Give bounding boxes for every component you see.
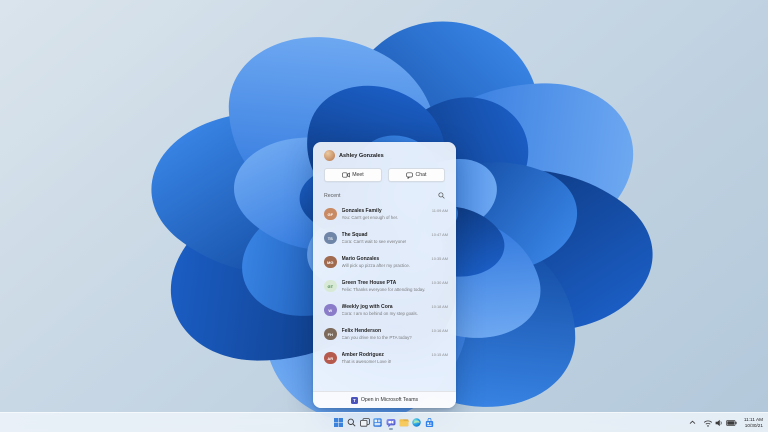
file-explorer-button[interactable] (397, 415, 410, 430)
conversation-content: Mario Gonzales 10:35 AM Will pick up piz… (342, 256, 449, 268)
avatar-initials: FH (327, 331, 333, 337)
conversation-time: 10:18 AM (431, 304, 448, 309)
desktop: Ashley Gonzales Meet Chat Recent GF Gonz… (0, 0, 768, 432)
chat-button[interactable]: Chat (387, 168, 445, 182)
conversation-name: Felix Henderson (341, 328, 382, 334)
store-button[interactable] (423, 415, 436, 430)
avatar-initials: MG (327, 259, 334, 265)
conversation-name: Weekly jog with Cora (341, 304, 393, 310)
search-taskbar-button[interactable] (345, 415, 358, 430)
chat-flyout-panel: Ashley Gonzales Meet Chat Recent GF Gonz… (313, 142, 456, 408)
wifi-icon (703, 420, 712, 427)
recent-label: Recent (324, 192, 341, 199)
conversation-preview: Felix: Thanks everyone for attending tod… (341, 287, 426, 292)
avatar-initials: W (328, 307, 333, 313)
conversation-time: 10:47 AM (431, 232, 448, 237)
microsoft-store-icon (425, 417, 434, 427)
windows-start-icon (334, 418, 343, 427)
conversation-name: Mario Gonzales (341, 256, 380, 262)
widgets-button[interactable] (371, 415, 384, 430)
conversation-avatar: GF (324, 207, 337, 221)
chevron-up-icon (689, 420, 696, 424)
meet-button[interactable]: Meet (324, 168, 382, 182)
open-in-teams-label: Open in Microsoft Teams (360, 397, 419, 403)
edge-button[interactable] (410, 415, 423, 430)
battery-icon (726, 419, 737, 426)
conversation-name: Amber Rodriguez (341, 352, 384, 358)
video-camera-icon (341, 172, 350, 178)
conversation-avatar: MG (324, 255, 337, 269)
conversation-avatar: TS (324, 231, 337, 245)
conversation-content: Gonzales Family 11:09 AM You: Can't get … (342, 208, 449, 220)
conversation-preview: That is awesome! Love it! (341, 359, 392, 364)
conversation-avatar: GT (324, 279, 337, 293)
avatar-initials: TS (327, 235, 333, 241)
chat-bubble-icon (406, 171, 413, 179)
tray-time: 11:11 AM (743, 416, 763, 422)
taskbar: 11:11 AM 10/30/21 (0, 412, 768, 432)
conversation-row[interactable]: GF Gonzales Family 11:09 AM You: Can't g… (313, 202, 456, 226)
conversation-time: 10:16 AM (431, 328, 448, 333)
recent-header-row: Recent (313, 190, 456, 202)
chat-panel-header: Ashley Gonzales (313, 142, 456, 166)
conversation-time: 11:09 AM (431, 208, 448, 213)
avatar-initials: GF (327, 211, 334, 217)
conversation-time: 10:30 AM (431, 280, 448, 285)
conversation-preview: You: Can't get enough of her. (341, 215, 399, 220)
network-volume-battery-button[interactable] (701, 417, 739, 429)
conversation-preview: Cora: I am so behind on my step goals. (341, 311, 418, 316)
conversation-preview: Can you drive me to the PTA today? (341, 335, 412, 340)
user-avatar[interactable] (324, 150, 335, 161)
file-explorer-icon (399, 419, 409, 427)
chat-button-label: Chat (415, 172, 427, 178)
start-button[interactable] (332, 415, 345, 430)
volume-icon (715, 419, 722, 426)
conversation-avatar: W (324, 303, 337, 317)
conversation-avatar: FH (324, 327, 337, 341)
avatar-initials: AR (327, 355, 334, 361)
conversation-time: 10:15 AM (431, 352, 448, 357)
teams-icon: T (350, 396, 358, 404)
conversation-row[interactable]: FH Felix Henderson 10:16 AM Can you driv… (313, 322, 456, 346)
conversation-content: Weekly jog with Cora 10:18 AM Cora: I am… (342, 304, 449, 316)
search-button[interactable] (438, 192, 445, 199)
conversation-content: Felix Henderson 10:16 AM Can you drive m… (342, 328, 449, 340)
conversation-content: The Squad 10:47 AM Cora: Can't wait to s… (342, 232, 449, 244)
tray-date: 10/30/21 (744, 422, 763, 428)
conversation-avatar: AR (324, 351, 337, 365)
search-icon (438, 192, 445, 199)
clock[interactable]: 11:11 AM 10/30/21 (742, 417, 765, 429)
open-in-teams-link[interactable]: T Open in Microsoft Teams (313, 391, 456, 408)
conversation-row[interactable]: MG Mario Gonzales 10:35 AM Will pick up … (313, 250, 456, 274)
conversation-row[interactable]: W Weekly jog with Cora 10:18 AM Cora: I … (313, 298, 456, 322)
conversation-content: Amber Rodriguez 10:15 AM That is awesome… (342, 352, 449, 364)
conversation-name: Gonzales Family (341, 208, 382, 214)
meet-button-label: Meet (352, 172, 364, 178)
search-icon (347, 418, 356, 427)
edge-browser-icon (412, 418, 421, 427)
hidden-icons-button[interactable] (687, 418, 698, 427)
teams-chat-icon (386, 418, 395, 427)
chat-taskbar-button[interactable] (384, 415, 397, 430)
conversation-preview: Will pick up pizza after my practice. (341, 263, 411, 268)
conversation-list: GF Gonzales Family 11:09 AM You: Can't g… (313, 202, 456, 391)
action-buttons-row: Meet Chat (313, 166, 456, 190)
conversation-time: 10:35 AM (431, 256, 448, 261)
conversation-preview: Cora: Can't wait to see everyone! (341, 239, 407, 244)
widgets-icon (373, 418, 382, 427)
task-view-button[interactable] (358, 415, 371, 430)
task-view-icon (359, 418, 370, 427)
conversation-name: The Squad (341, 232, 368, 238)
conversation-content: Green Tree House PTA 10:30 AM Felix: Tha… (342, 280, 449, 292)
taskbar-center-icons (332, 413, 436, 432)
conversation-name: Green Tree House PTA (341, 280, 397, 286)
user-name: Ashley Gonzales (339, 152, 384, 159)
conversation-row[interactable]: AR Amber Rodriguez 10:15 AM That is awes… (313, 346, 456, 370)
avatar-initials: GT (327, 283, 334, 289)
conversation-row[interactable]: GT Green Tree House PTA 10:30 AM Felix: … (313, 274, 456, 298)
system-tray: 11:11 AM 10/30/21 (687, 413, 765, 432)
conversation-row[interactable]: TS The Squad 10:47 AM Cora: Can't wait t… (313, 226, 456, 250)
